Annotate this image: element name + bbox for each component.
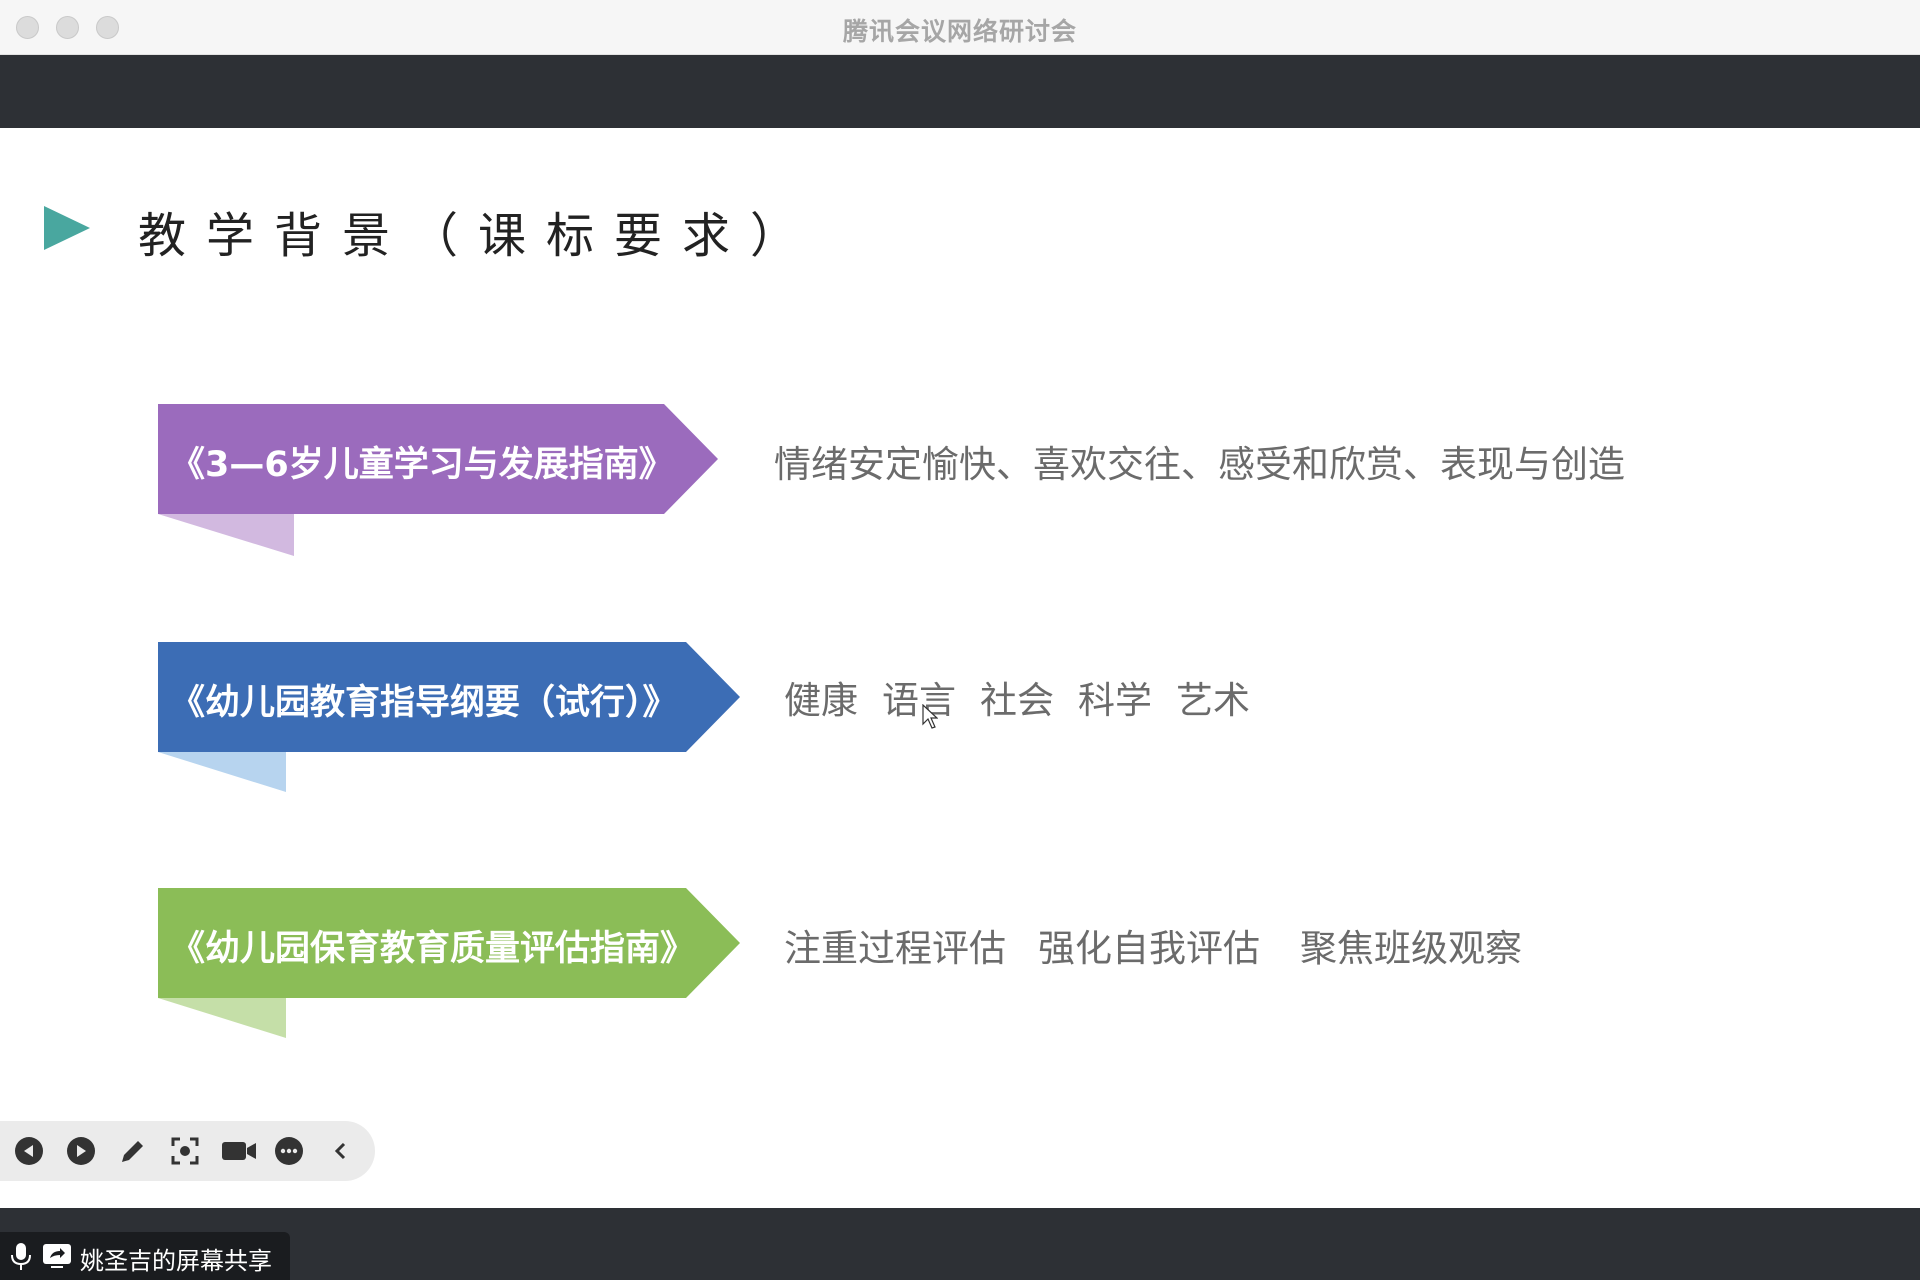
top-letterbox	[0, 55, 1920, 128]
play-arrow-icon	[44, 206, 90, 250]
row-description-2: 健康 语言 社会 科学 艺术	[784, 670, 1274, 724]
presentation-toolbar	[0, 1121, 375, 1181]
banner-label: 《幼儿园教育指导纲要（试行）》	[170, 683, 678, 723]
screen-share-label: 姚圣吉的屏幕共享	[80, 1247, 272, 1275]
play-right-icon	[67, 1137, 95, 1165]
meeting-window: 腾讯会议网络研讨会 教学背景（课标要求） 《3—6岁儿童学习与发展指南》 情绪安…	[0, 0, 1920, 1280]
description-item: 强化自我评估	[1038, 927, 1260, 970]
pen-icon	[122, 1141, 143, 1162]
shared-slide: 教学背景（课标要求） 《3—6岁儿童学习与发展指南》 情绪安定愉快、喜欢交往、感…	[0, 128, 1920, 1208]
window-title: 腾讯会议网络研讨会	[842, 17, 1077, 46]
more-button[interactable]	[272, 1134, 306, 1168]
chevron-left-icon	[334, 1142, 346, 1160]
screen-share-icon	[43, 1244, 71, 1268]
slide-title: 教学背景（课标要求）	[138, 208, 819, 264]
banner-label: 《幼儿园保育教育质量评估指南》	[170, 929, 696, 969]
more-dots-icon	[275, 1137, 303, 1165]
focus-icon	[171, 1137, 199, 1165]
microphone-icon	[11, 1243, 31, 1270]
banner-label: 《3—6岁儿童学习与发展指南》	[170, 445, 674, 485]
banner-quality-guide: 《幼儿园保育教育质量评估指南》	[158, 888, 742, 1048]
description-item: 健康	[784, 679, 858, 722]
description-item: 科学	[1078, 679, 1152, 722]
screen-share-indicator: 姚圣吉的屏幕共享	[0, 1232, 290, 1280]
description-item: 语言	[882, 679, 956, 722]
play-left-icon	[15, 1137, 43, 1165]
next-slide-button[interactable]	[64, 1134, 98, 1168]
description-item: 社会	[980, 679, 1054, 722]
video-camera-icon	[222, 1142, 256, 1160]
banner-teaching-outline: 《幼儿园教育指导纲要（试行）》	[158, 642, 742, 802]
annotate-button[interactable]	[116, 1134, 150, 1168]
camera-button[interactable]	[220, 1134, 258, 1168]
laser-pointer-button[interactable]	[168, 1134, 202, 1168]
previous-slide-button[interactable]	[12, 1134, 46, 1168]
row-description-3: 注重过程评估 强化自我评估 聚焦班级观察	[784, 918, 1546, 972]
description-item: 情绪安定愉快、喜欢交往、感受和欣赏、表现与创造	[774, 443, 1625, 486]
description-item: 注重过程评估	[784, 927, 1006, 970]
window-titlebar: 腾讯会议网络研讨会	[0, 0, 1920, 55]
description-item: 聚焦班级观察	[1300, 927, 1522, 970]
banner-learning-guide: 《3—6岁儿童学习与发展指南》	[158, 404, 718, 564]
collapse-toolbar-button[interactable]	[324, 1134, 358, 1168]
description-item: 艺术	[1176, 679, 1250, 722]
row-description-1: 情绪安定愉快、喜欢交往、感受和欣赏、表现与创造	[774, 434, 1649, 488]
mouse-cursor-icon	[922, 704, 938, 729]
